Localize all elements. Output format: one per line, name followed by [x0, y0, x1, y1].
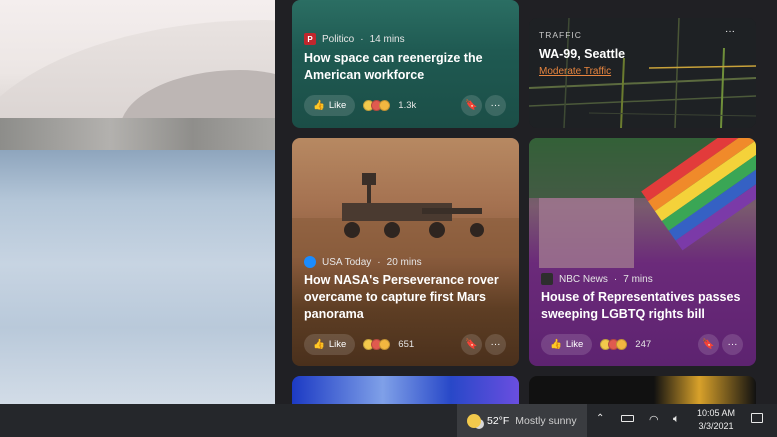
clock[interactable]: 10:05 AM 3/3/2021 [694, 407, 738, 433]
article-headline[interactable]: House of Representatives passes sweeping… [541, 289, 746, 323]
source-name: USA Today [322, 256, 372, 268]
thumbs-up-icon: 👍 [550, 339, 562, 350]
source-name: Politico [322, 33, 355, 45]
nbc-news-logo [541, 273, 553, 285]
nbc-news-card[interactable]: NBC News · 7 mins House of Representativ… [529, 138, 756, 366]
desktop-wallpaper [0, 0, 275, 404]
more-options-button[interactable]: ··· [722, 334, 743, 355]
weather-temperature: 52°F [487, 414, 510, 427]
clock-date: 3/3/2021 [698, 421, 734, 431]
reaction-emoji-icon [379, 100, 391, 111]
traffic-status: Moderate Traffic [539, 66, 612, 77]
like-label: Like [328, 339, 347, 350]
partly-sunny-icon [467, 413, 481, 428]
reaction-count: 247 [635, 339, 652, 350]
reaction-count: 1.3k [398, 100, 417, 111]
like-button[interactable]: 👍 Like [304, 334, 356, 355]
separator-dot: · [613, 273, 618, 285]
article-time: 7 mins [623, 273, 653, 285]
separator-dot: · [360, 33, 364, 45]
reaction-count: 651 [398, 339, 415, 350]
politico-news-card[interactable]: P Politico · 14 mins How space can reene… [292, 0, 519, 128]
politico-logo: P [304, 33, 316, 45]
weather-widget[interactable]: 52°F Mostly sunny [457, 404, 587, 437]
battery-icon[interactable] [621, 415, 634, 422]
reaction-emojis[interactable] [363, 100, 391, 111]
rover-image [292, 173, 519, 258]
more-options-button[interactable]: ··· [725, 26, 735, 37]
news-card-partial[interactable] [529, 376, 756, 404]
like-label: Like [565, 339, 584, 350]
volume-icon[interactable]: 🔈︎ [673, 413, 680, 426]
article-headline[interactable]: How space can reenergize the American wo… [304, 50, 504, 84]
thumbs-up-icon: 👍 [313, 339, 325, 350]
like-button[interactable]: 👍 Like [304, 95, 356, 116]
show-hidden-icons-chevron-icon[interactable]: ⌃ [596, 413, 604, 424]
more-options-button[interactable]: ··· [485, 334, 506, 355]
article-source: P Politico · 14 mins [304, 33, 405, 45]
wifi-icon[interactable]: ◠ [649, 413, 659, 426]
weather-condition: Mostly sunny [515, 414, 577, 427]
reaction-emojis[interactable] [600, 339, 628, 350]
wallpaper-water [0, 150, 275, 404]
like-button[interactable]: 👍 Like [541, 334, 593, 355]
separator-dot: · [377, 256, 381, 268]
reaction-emojis[interactable] [363, 339, 391, 350]
notifications-icon[interactable] [751, 413, 763, 423]
clock-time: 10:05 AM [696, 408, 736, 418]
like-label: Like [328, 100, 347, 111]
rainbow-flag-image [529, 138, 756, 268]
more-options-button[interactable]: ··· [485, 95, 506, 116]
traffic-label: TRAFFIC [539, 30, 582, 40]
article-source: USA Today · 20 mins [304, 256, 422, 268]
news-widget-panel: P Politico · 14 mins How space can reene… [275, 0, 777, 404]
reaction-emoji-icon [616, 339, 628, 350]
article-source: NBC News · 7 mins [541, 273, 653, 285]
article-time: 14 mins [369, 33, 405, 45]
usa-today-logo [304, 256, 316, 268]
thumbs-up-icon: 👍 [313, 100, 325, 111]
news-card-partial[interactable] [292, 376, 519, 404]
save-bookmark-button[interactable]: 🔖 [461, 95, 482, 116]
source-name: NBC News [559, 273, 608, 285]
traffic-card[interactable]: TRAFFIC WA-99, Seattle Moderate Traffic … [529, 18, 756, 128]
article-headline[interactable]: How NASA's Perseverance rover overcame t… [304, 272, 509, 323]
article-time: 20 mins [386, 256, 422, 268]
taskbar: 52°F Mostly sunny ⌃ ◠ 🔈︎ 10:05 AM 3/3/20… [0, 404, 777, 437]
nasa-news-card[interactable]: USA Today · 20 mins How NASA's Persevera… [292, 138, 519, 366]
save-bookmark-button[interactable]: 🔖 [698, 334, 719, 355]
save-bookmark-button[interactable]: 🔖 [461, 334, 482, 355]
reaction-emoji-icon [379, 339, 391, 350]
traffic-location: WA-99, Seattle [539, 47, 626, 61]
